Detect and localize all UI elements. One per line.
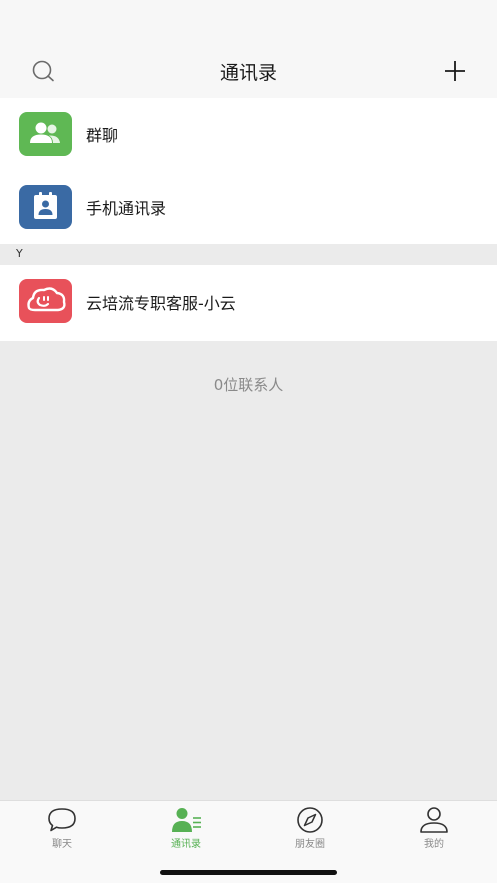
section-letter: Y — [16, 247, 23, 260]
tab-contacts[interactable]: 通讯录 — [146, 805, 226, 850]
phone-contacts-avatar — [19, 185, 72, 229]
phone-contacts-label: 手机通讯录 — [86, 199, 167, 218]
nav-bar: 通讯录 — [0, 44, 497, 98]
section-header: Y — [0, 244, 497, 265]
group-icon — [30, 122, 60, 143]
contact-list: 云培流专职客服-小云 — [0, 265, 497, 341]
tab-me[interactable]: 我的 — [394, 805, 474, 850]
tab-bar: 聊天 通讯录 朋友圈 我的 — [0, 800, 497, 850]
cloud-logo-icon — [27, 287, 66, 312]
compass-icon — [297, 807, 323, 833]
page-title: 通讯录 — [219, 62, 277, 84]
tab-chats-label: 聊天 — [52, 839, 72, 850]
home-indicator — [160, 870, 337, 875]
contact-name: 云培流专职客服-小云 — [86, 294, 236, 313]
tab-contacts-label: 通讯录 — [171, 839, 201, 850]
plus-icon — [445, 61, 465, 81]
home-indicator-area — [0, 850, 497, 883]
phone-contacts-entry[interactable]: 手机通讯录 — [0, 171, 497, 244]
address-book-icon — [34, 192, 57, 219]
contact-item[interactable]: 云培流专职客服-小云 — [0, 265, 497, 338]
status-bar — [0, 0, 497, 44]
contacts-icon — [172, 808, 201, 832]
contact-count: 0位联系人 — [213, 376, 284, 394]
tab-me-label: 我的 — [424, 839, 444, 850]
group-chat-entry[interactable]: 群聊 — [0, 98, 497, 171]
tab-moments[interactable]: 朋友圈 — [270, 805, 350, 850]
group-chat-label: 群聊 — [86, 126, 119, 145]
group-chat-avatar — [19, 112, 72, 156]
function-entry-list: 群聊 手机通讯录 — [0, 98, 497, 244]
contact-avatar — [19, 279, 72, 323]
chat-bubble-icon — [48, 808, 76, 832]
tab-moments-label: 朋友圈 — [295, 839, 325, 850]
tab-chats[interactable]: 聊天 — [22, 805, 102, 850]
add-button[interactable] — [440, 58, 470, 84]
person-icon — [420, 807, 448, 833]
